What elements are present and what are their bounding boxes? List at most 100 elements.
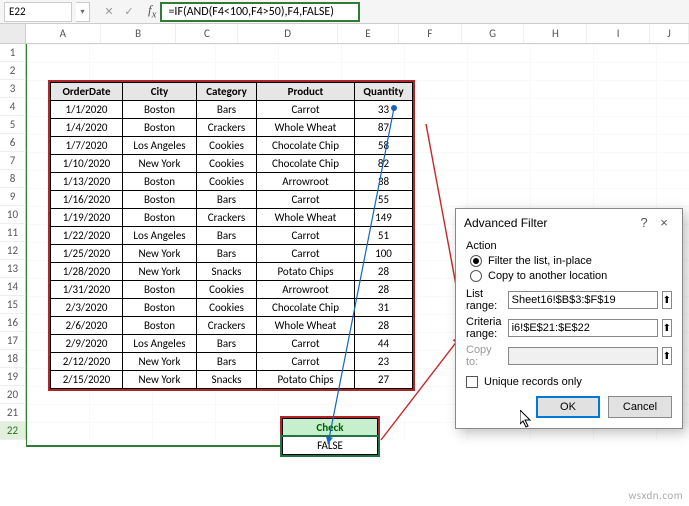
table-cell[interactable]: Crackers — [197, 119, 257, 137]
table-cell[interactable]: New York — [123, 245, 197, 263]
table-cell[interactable]: Boston — [123, 191, 197, 209]
table-cell[interactable]: 2/6/2020 — [51, 317, 123, 335]
row-header[interactable]: 19 — [0, 368, 26, 386]
table-cell[interactable]: Carrot — [257, 335, 355, 353]
table-cell[interactable]: Los Angeles — [123, 227, 197, 245]
criteria-range-picker[interactable]: ⬆ — [662, 319, 672, 337]
table-cell[interactable]: Bars — [197, 353, 257, 371]
table-cell[interactable]: 2/9/2020 — [51, 335, 123, 353]
table-cell[interactable]: 28 — [355, 263, 413, 281]
table-cell[interactable]: 44 — [355, 335, 413, 353]
table-cell[interactable]: 100 — [355, 245, 413, 263]
table-cell[interactable]: 28 — [355, 281, 413, 299]
formula-input[interactable]: =IF(AND(F4<100,F4>50),F4,FALSE) — [160, 2, 360, 22]
table-cell[interactable]: 1/31/2020 — [51, 281, 123, 299]
table-cell[interactable]: Crackers — [197, 317, 257, 335]
row-header[interactable]: 12 — [0, 242, 26, 260]
cancel-fx-icon[interactable]: ✕ — [100, 3, 118, 21]
row-header[interactable]: 7 — [0, 152, 26, 170]
row-header[interactable]: 16 — [0, 314, 26, 332]
dialog-close-button[interactable]: × — [654, 215, 674, 230]
table-cell[interactable]: Potato Chips — [257, 371, 355, 389]
table-cell[interactable]: Bars — [197, 335, 257, 353]
table-cell[interactable]: New York — [123, 371, 197, 389]
table-cell[interactable]: Snacks — [197, 263, 257, 281]
table-cell[interactable]: 38 — [355, 173, 413, 191]
table-cell[interactable]: Carrot — [257, 101, 355, 119]
table-cell[interactable]: 31 — [355, 299, 413, 317]
row-header[interactable]: 9 — [0, 188, 26, 206]
table-cell[interactable]: Cookies — [197, 155, 257, 173]
table-cell[interactable]: 1/4/2020 — [51, 119, 123, 137]
table-cell[interactable]: Boston — [123, 101, 197, 119]
criteria-range-input[interactable] — [508, 319, 658, 337]
table-cell[interactable]: Cookies — [197, 137, 257, 155]
table-cell[interactable]: Whole Wheat — [257, 317, 355, 335]
table-cell[interactable]: Potato Chips — [257, 263, 355, 281]
cancel-button[interactable]: Cancel — [608, 396, 672, 418]
table-cell[interactable]: Boston — [123, 119, 197, 137]
radio-copy-location[interactable]: Copy to another location — [470, 270, 672, 282]
col-header[interactable]: I — [587, 24, 650, 43]
table-cell[interactable]: Bars — [197, 227, 257, 245]
table-cell[interactable]: 2/12/2020 — [51, 353, 123, 371]
table-cell[interactable]: 87 — [355, 119, 413, 137]
table-cell[interactable]: Bars — [197, 245, 257, 263]
table-cell[interactable]: Carrot — [257, 227, 355, 245]
table-cell[interactable]: 33 — [355, 101, 413, 119]
select-all-corner[interactable] — [0, 24, 26, 43]
row-header[interactable]: 13 — [0, 260, 26, 278]
ok-button[interactable]: OK — [536, 396, 600, 418]
table-cell[interactable]: Boston — [123, 317, 197, 335]
table-cell[interactable]: Los Angeles — [123, 335, 197, 353]
fx-icon[interactable]: fx — [148, 2, 156, 21]
table-cell[interactable]: Chocolate Chip — [257, 155, 355, 173]
table-cell[interactable]: New York — [123, 155, 197, 173]
table-cell[interactable]: 149 — [355, 209, 413, 227]
table-cell[interactable]: 1/10/2020 — [51, 155, 123, 173]
radio-filter-in-place[interactable]: Filter the list, in-place — [470, 255, 672, 267]
table-cell[interactable]: Boston — [123, 209, 197, 227]
table-cell[interactable]: Carrot — [257, 191, 355, 209]
unique-records-checkbox[interactable]: Unique records only — [466, 376, 672, 388]
row-header[interactable]: 14 — [0, 278, 26, 296]
col-header[interactable]: C — [176, 24, 238, 43]
row-header[interactable]: 6 — [0, 134, 26, 152]
table-cell[interactable]: 1/28/2020 — [51, 263, 123, 281]
col-header[interactable]: H — [524, 24, 587, 43]
table-cell[interactable]: Bars — [197, 191, 257, 209]
row-header[interactable]: 1 — [0, 44, 26, 62]
table-cell[interactable]: Snacks — [197, 371, 257, 389]
table-cell[interactable]: Arrowroot — [257, 173, 355, 191]
col-header[interactable]: J — [650, 24, 689, 43]
table-cell[interactable]: Whole Wheat — [257, 209, 355, 227]
table-cell[interactable]: Cookies — [197, 299, 257, 317]
table-cell[interactable]: Whole Wheat — [257, 119, 355, 137]
row-header[interactable]: 8 — [0, 170, 26, 188]
row-header[interactable]: 10 — [0, 206, 26, 224]
table-cell[interactable]: Carrot — [257, 353, 355, 371]
row-header[interactable]: 11 — [0, 224, 26, 242]
table-cell[interactable]: Crackers — [197, 209, 257, 227]
row-header[interactable]: 22 — [0, 422, 26, 440]
table-cell[interactable]: New York — [123, 353, 197, 371]
table-cell[interactable]: Los Angeles — [123, 137, 197, 155]
table-cell[interactable]: 1/13/2020 — [51, 173, 123, 191]
table-cell[interactable]: Boston — [123, 173, 197, 191]
row-header[interactable]: 21 — [0, 404, 26, 422]
table-cell[interactable]: 1/22/2020 — [51, 227, 123, 245]
dialog-help-button[interactable]: ? — [634, 215, 654, 230]
name-box[interactable]: E22 — [4, 2, 72, 22]
row-header[interactable]: 20 — [0, 386, 26, 404]
col-header[interactable]: E — [338, 24, 399, 43]
table-cell[interactable]: 1/7/2020 — [51, 137, 123, 155]
table-cell[interactable]: 2/3/2020 — [51, 299, 123, 317]
row-header[interactable]: 15 — [0, 296, 26, 314]
table-cell[interactable]: Chocolate Chip — [257, 137, 355, 155]
row-header[interactable]: 5 — [0, 116, 26, 134]
table-cell[interactable]: 1/25/2020 — [51, 245, 123, 263]
table-cell[interactable]: 82 — [355, 155, 413, 173]
table-cell[interactable]: 23 — [355, 353, 413, 371]
accept-fx-icon[interactable]: ✓ — [120, 3, 138, 21]
table-cell[interactable]: Boston — [123, 299, 197, 317]
